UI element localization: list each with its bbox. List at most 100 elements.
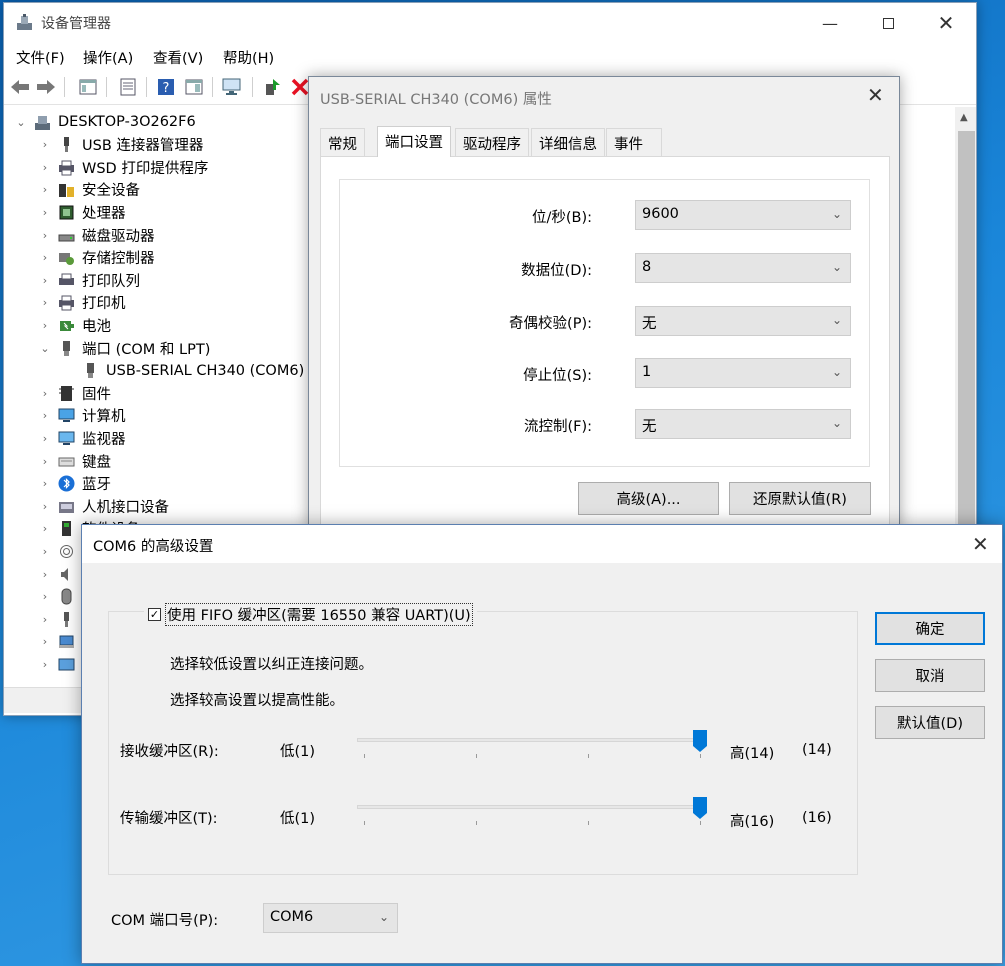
tree-item[interactable]: › 计算机 (38, 405, 126, 427)
tree-item[interactable]: › (38, 631, 82, 653)
receive-buffer-value: (14) (802, 742, 832, 758)
expand-arrow-icon[interactable]: › (38, 161, 52, 174)
tab-events[interactable]: 事件 (606, 128, 662, 156)
expand-arrow-icon[interactable]: › (38, 296, 52, 309)
parity-select[interactable]: 无 ⌄ (635, 306, 851, 336)
transmit-slider-thumb[interactable] (693, 797, 707, 819)
help-button[interactable]: ? (154, 75, 178, 99)
expand-arrow-icon[interactable]: › (38, 500, 52, 513)
expand-arrow-icon[interactable]: › (38, 455, 52, 468)
close-button[interactable]: ✕ (917, 3, 975, 43)
expand-arrow-icon[interactable]: › (38, 658, 52, 671)
ok-button[interactable]: 确定 (875, 612, 985, 645)
processor-icon (59, 205, 74, 220)
tree-item[interactable]: › 键盘 (38, 450, 111, 472)
expand-arrow-icon[interactable]: › (38, 635, 52, 648)
transmit-buffer-slider[interactable] (357, 797, 707, 827)
menu-help[interactable]: 帮助(H) (223, 47, 274, 68)
computer-root-icon (35, 115, 50, 130)
expand-arrow-icon[interactable]: › (38, 387, 52, 400)
tree-item[interactable]: › 人机接口设备 (38, 495, 169, 517)
tab-driver[interactable]: 驱动程序 (455, 128, 529, 156)
minimize-button[interactable]: — (801, 3, 859, 43)
tree-item[interactable]: › 电池 (38, 314, 111, 336)
tree-item[interactable]: › 处理器 (38, 201, 126, 223)
tree-item[interactable]: › WSD 打印提供程序 (38, 156, 208, 178)
properties-button[interactable] (116, 75, 140, 99)
monitor-scan-icon (222, 78, 241, 95)
fifo-checkbox-row[interactable]: ✓ 使用 FIFO 缓冲区(需要 16550 兼容 UART)(U) (144, 603, 477, 626)
tree-item[interactable]: › (38, 563, 82, 585)
expand-arrow-icon[interactable]: › (38, 229, 52, 242)
stop-bits-select[interactable]: 1 ⌄ (635, 358, 851, 388)
collapse-arrow-icon[interactable]: ⌄ (14, 116, 28, 129)
tab-details[interactable]: 详细信息 (531, 128, 605, 156)
expand-arrow-icon[interactable]: › (38, 522, 52, 535)
advanced-button[interactable]: 高级(A)... (578, 482, 719, 515)
expand-arrow-icon[interactable]: › (38, 319, 52, 332)
tree-item[interactable]: ⌄ 端口 (COM 和 LPT) (38, 337, 210, 359)
print-queue-icon (59, 273, 74, 285)
menu-action[interactable]: 操作(A) (83, 47, 133, 68)
tree-item[interactable]: › 安全设备 (38, 179, 140, 201)
tree-item-child[interactable]: USB-SERIAL CH340 (COM6) (62, 360, 304, 382)
com-port-select[interactable]: COM6 ⌄ (263, 903, 398, 933)
advanced-close-button[interactable]: ✕ (972, 532, 989, 556)
flow-control-select[interactable]: 无 ⌄ (635, 409, 851, 439)
properties-close-button[interactable]: ✕ (867, 83, 884, 107)
tree-item[interactable]: › 存储控制器 (38, 247, 155, 269)
show-hide-console-tree-button[interactable] (76, 75, 100, 99)
tab-port-settings[interactable]: 端口设置 (377, 126, 451, 157)
tree-item[interactable]: › USB 连接器管理器 (38, 134, 203, 156)
expand-arrow-icon[interactable]: › (38, 590, 52, 603)
collapse-arrow-icon[interactable]: ⌄ (38, 342, 52, 355)
vertical-scroll-thumb[interactable] (958, 131, 975, 531)
tree-item[interactable]: › 打印队列 (38, 269, 140, 291)
tree-item[interactable]: › 监视器 (38, 427, 126, 449)
maximize-icon (882, 17, 894, 29)
expand-arrow-icon[interactable]: › (38, 613, 52, 626)
expand-arrow-icon[interactable]: › (38, 206, 52, 219)
transmit-slider-track (357, 805, 707, 809)
defaults-button[interactable]: 默认值(D) (875, 706, 985, 739)
expand-arrow-icon[interactable]: › (38, 138, 52, 151)
expand-arrow-icon[interactable]: › (38, 251, 52, 264)
transmit-buffer-value: (16) (802, 810, 832, 826)
parity-value: 无 (642, 316, 657, 332)
bits-per-second-select[interactable]: 9600 ⌄ (635, 200, 851, 230)
receive-buffer-slider[interactable] (357, 730, 707, 760)
tree-root-computer[interactable]: ⌄ DESKTOP-3O262F6 (14, 111, 195, 133)
tree-item[interactable]: › 固件 (38, 382, 111, 404)
expand-arrow-icon[interactable]: › (38, 545, 52, 558)
tree-item[interactable]: › (38, 540, 82, 562)
tree-item[interactable]: › (38, 586, 82, 608)
stop-bits-value: 1 (642, 364, 652, 380)
expand-arrow-icon[interactable]: › (38, 274, 52, 287)
tab-general[interactable]: 常规 (320, 128, 365, 156)
expand-arrow-icon[interactable]: › (38, 432, 52, 445)
tree-item[interactable]: › 打印机 (38, 292, 126, 314)
update-driver-button[interactable] (260, 75, 284, 99)
tree-item-label: 处理器 (82, 205, 126, 222)
receive-slider-thumb[interactable] (693, 730, 707, 752)
menu-file[interactable]: 文件(F) (16, 47, 65, 68)
data-bits-select[interactable]: 8 ⌄ (635, 253, 851, 283)
tree-item[interactable]: › 磁盘驱动器 (38, 224, 155, 246)
action-pane-button[interactable] (182, 75, 206, 99)
tree-item[interactable]: › (38, 653, 82, 675)
tree-item[interactable]: › (38, 608, 82, 630)
maximize-button[interactable] (859, 3, 917, 43)
expand-arrow-icon[interactable]: › (38, 409, 52, 422)
menu-view[interactable]: 查看(V) (153, 47, 203, 68)
expand-arrow-icon[interactable]: › (38, 183, 52, 196)
cancel-button[interactable]: 取消 (875, 659, 985, 692)
tree-item[interactable]: › 蓝牙 (38, 473, 111, 495)
fifo-checkbox[interactable]: ✓ (148, 608, 161, 621)
forward-button[interactable] (34, 75, 58, 99)
expand-arrow-icon[interactable]: › (38, 568, 52, 581)
restore-defaults-button[interactable]: 还原默认值(R) (729, 482, 871, 515)
scroll-up-icon[interactable]: ▲ (960, 112, 968, 123)
scan-hardware-button[interactable] (220, 75, 244, 99)
back-button[interactable] (8, 75, 32, 99)
expand-arrow-icon[interactable]: › (38, 477, 52, 490)
